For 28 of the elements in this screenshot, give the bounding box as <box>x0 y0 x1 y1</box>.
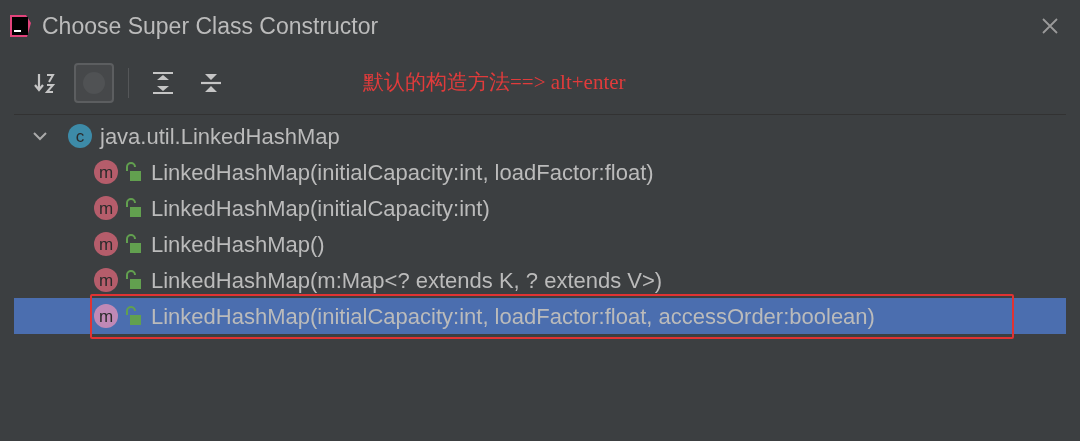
class-name: java.util.LinkedHashMap <box>100 122 340 151</box>
unlocked-padlock-icon <box>124 162 142 182</box>
constructor-signature: LinkedHashMap(initialCapacity:int) <box>151 194 490 223</box>
method-icon: m <box>94 268 118 292</box>
expand-all-icon <box>150 70 176 96</box>
constructor-signature: LinkedHashMap(m:Map<? extends K, ? extends V>) <box>151 266 663 295</box>
unlocked-padlock-icon <box>124 198 142 218</box>
class-icon: c <box>68 124 92 148</box>
method-icon: m <box>94 304 118 328</box>
unlocked-padlock-icon <box>124 234 142 254</box>
method-icon: m <box>94 232 118 256</box>
window-title: Choose Super Class Constructor <box>42 11 379 41</box>
annotation-text: 默认的构造方法==> alt+enter <box>363 69 626 97</box>
tree-node[interactable]: c java.util.LinkedHashMap <box>14 118 1066 154</box>
constructor-signature: LinkedHashMap() <box>151 230 325 259</box>
method-icon: m <box>94 196 118 220</box>
constructor-signature: LinkedHashMap(initialCapacity:int, loadFactor:float, accessOrder:boolean) <box>151 302 875 331</box>
method-icon: m <box>94 160 118 184</box>
constructor-row[interactable]: m LinkedHashMap(m:Map<? extends K, ? extends V>) <box>14 262 1066 298</box>
constructor-row[interactable]: m LinkedHashMap(initialCapacity:int) <box>14 190 1066 226</box>
unlocked-padlock-icon <box>124 270 142 290</box>
unlocked-padlock-icon <box>124 306 142 326</box>
close-icon <box>1041 17 1059 35</box>
app-logo-icon <box>8 13 32 39</box>
constructor-row[interactable]: m LinkedHashMap() <box>14 226 1066 262</box>
constructor-row[interactable]: m LinkedHashMap(initialCapacity:int, loadFactor:float, accessOrder:boolean) <box>14 298 1066 334</box>
constructor-signature: LinkedHashMap(initialCapacity:int, loadFactor:float) <box>151 158 654 187</box>
constructor-row[interactable]: m LinkedHashMap(initialCapacity:int, loadFactor:float) <box>14 154 1066 190</box>
